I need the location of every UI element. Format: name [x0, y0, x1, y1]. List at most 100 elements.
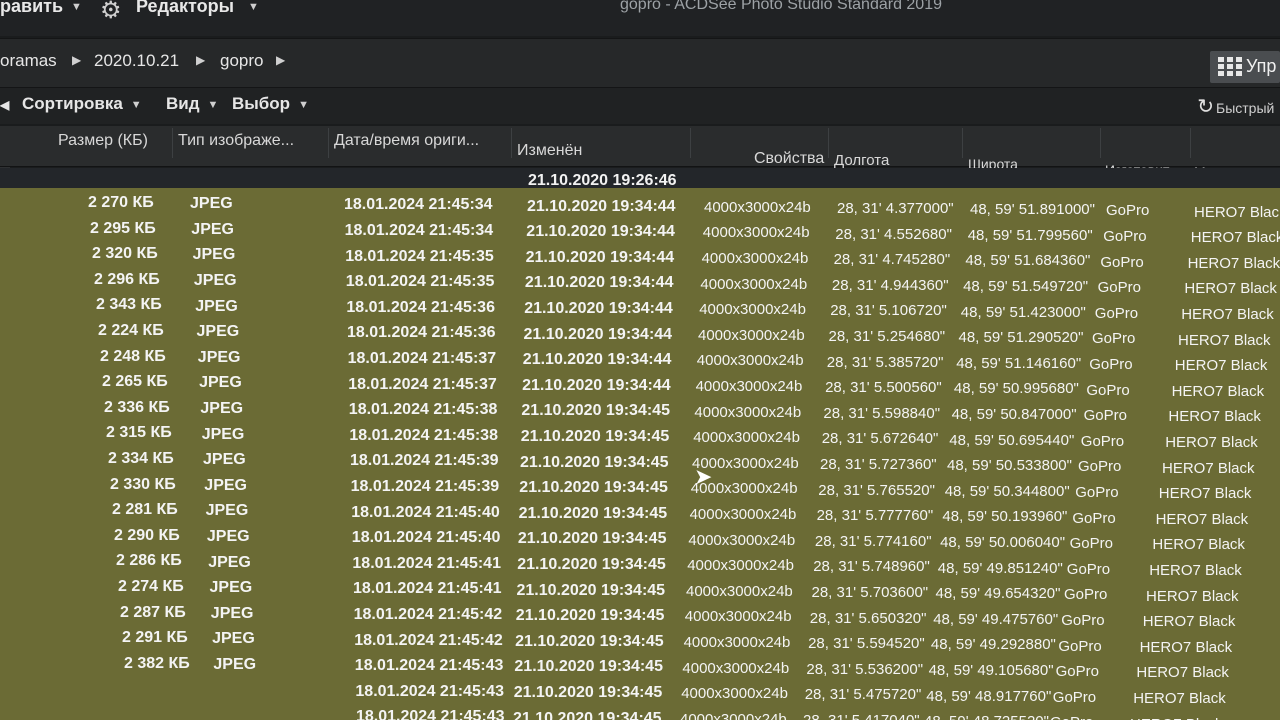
chevron-down-icon: ▼: [247, 1, 259, 14]
table-row[interactable]: 2 382 КБ JPEG 18.01.2024 21:45:43 21.10.202…: [0, 653, 1280, 682]
cell-latitude: 48, 59' 49.292880": [930, 636, 1056, 654]
cell-latitude: 48, 59' 49.851240": [937, 559, 1063, 577]
header-orig-date[interactable]: Дата/время ориги...: [334, 132, 479, 150]
select-menu[interactable]: Выбор ▼: [232, 94, 309, 114]
table-row[interactable]: 2 315 КБ JPEG 18.01.2024 21:45:38 21.10.202…: [0, 422, 1280, 451]
column-divider[interactable]: [328, 128, 329, 158]
chevron-left-icon[interactable]: ◀: [0, 98, 9, 112]
table-row[interactable]: 18.01.2024 21:45:43 21.10.2020 19:34:45 40…: [0, 678, 1280, 707]
header-longitude[interactable]: Долгота: [834, 152, 889, 169]
table-row[interactable]: 2 248 КБ JPEG 18.01.2024 21:45:37 21.10.202…: [0, 346, 1280, 375]
cell-properties: 4000x3000x24b: [689, 505, 797, 523]
header-type[interactable]: Тип изображе...: [178, 132, 294, 150]
cell-longitude: 28, 31' 4.745280": [833, 251, 951, 269]
cell-size: 2 248 КБ: [100, 347, 166, 365]
header-size[interactable]: Размер (КБ): [58, 132, 148, 150]
cell-size: 2 291 КБ: [122, 629, 188, 647]
cell-modified: 21.10.2020 19:34:45: [517, 555, 666, 573]
cell-modified: 21.10.2020 19:34:45: [515, 607, 665, 625]
chevron-down-icon: ▼: [298, 98, 309, 111]
cell-orig-date: 18.01.2024 21:45:35: [345, 247, 494, 265]
breadcrumb-item[interactable]: oramas: [0, 51, 57, 71]
table-row[interactable]: 2 320 КБ JPEG 18.01.2024 21:45:35 21.10.202…: [0, 243, 1280, 272]
cell-orig-date: 18.01.2024 21:45:43: [354, 657, 504, 675]
quick-search-label[interactable]: Быстрый: [1216, 100, 1274, 116]
cell-type: JPEG: [209, 579, 253, 597]
cell-size: 2 330 КБ: [110, 475, 176, 493]
table-row[interactable]: 2 287 КБ JPEG 18.01.2024 21:45:42 21.10.202…: [0, 602, 1280, 631]
cell-latitude: 48, 59' 50.344800": [944, 482, 1070, 500]
cell-modified: 21.10.2020 19:34:45: [516, 581, 666, 599]
table-row[interactable]: 2 296 КБ JPEG 18.01.2024 21:45:35 21.10.202…: [0, 269, 1280, 298]
cell-modified: 21.10.2020 19:34:44: [523, 325, 673, 343]
cell-properties: 4000x3000x24b: [704, 198, 811, 216]
cell-properties: 4000x3000x24b: [683, 633, 791, 651]
table-row[interactable]: 2 224 КБ JPEG 18.01.2024 21:45:36 21.10.202…: [0, 320, 1280, 349]
cell-properties: 4000x3000x24b: [702, 224, 810, 242]
column-divider[interactable]: [1190, 128, 1191, 158]
breadcrumb-item[interactable]: gopro: [220, 51, 263, 71]
table-row[interactable]: 2 270 КБ JPEG 18.01.2024 21:45:34 21.10.202…: [0, 192, 1280, 221]
cell-type: JPEG: [206, 527, 250, 545]
sort-menu[interactable]: Сортировка ▼: [22, 94, 142, 114]
cell-modified: 21.10.2020 19:34:45: [519, 479, 668, 497]
gear-icon[interactable]: ⚙: [100, 0, 122, 25]
table-row[interactable]: 2 281 КБ JPEG 18.01.2024 21:45:40 21.10.202…: [0, 499, 1280, 528]
cell-type: JPEG: [195, 297, 238, 315]
cell-size: 2 382 КБ: [124, 654, 190, 672]
view-menu[interactable]: Вид ▼: [166, 94, 218, 114]
table-row[interactable]: 18.01.2024 21:45:43 21.10.2020 19:34:45 40…: [0, 704, 1280, 720]
header-modified[interactable]: Изменён: [517, 142, 582, 160]
chevron-right-icon[interactable]: ▶: [196, 53, 205, 67]
cell-latitude: 48, 59' 50.193960": [942, 508, 1068, 526]
table-row[interactable]: 2 265 КБ JPEG 18.01.2024 21:45:37 21.10.202…: [0, 371, 1280, 400]
cell-type: JPEG: [210, 604, 254, 622]
chevron-right-icon[interactable]: ▶: [72, 53, 81, 67]
cell-type: JPEG: [192, 246, 236, 264]
grid-icon: [1218, 57, 1242, 77]
table-row[interactable]: 2 336 КБ JPEG 18.01.2024 21:45:38 21.10.202…: [0, 397, 1280, 426]
cell-orig-date: 18.01.2024 21:45:37: [348, 375, 497, 393]
cell-properties: 4000x3000x24b: [682, 659, 790, 677]
cell-size: 2 224 КБ: [98, 322, 164, 339]
menu-editors-label: Редакторы: [136, 0, 234, 16]
cell-longitude: 28, 31' 5.536200": [806, 660, 924, 678]
cell-size: 2 274 КБ: [118, 578, 184, 595]
column-divider[interactable]: [511, 128, 512, 158]
table-row[interactable]: 2 274 КБ JPEG 18.01.2024 21:45:41 21.10.202…: [0, 576, 1280, 605]
table-row[interactable]: 2 343 КБ JPEG 18.01.2024 21:45:36 21.10.202…: [0, 294, 1280, 323]
cell-modified: 21.10.2020 19:34:45: [513, 683, 663, 701]
manage-mode-button[interactable]: Упр: [1210, 51, 1280, 83]
menu-edit[interactable]: равить ▼: [0, 0, 82, 17]
table-row[interactable]: 2 330 КБ JPEG 18.01.2024 21:45:39 21.10.202…: [0, 474, 1280, 503]
cell-type: JPEG: [203, 451, 246, 469]
table-row[interactable]: 2 295 КБ JPEG 18.01.2024 21:45:34 21.10.202…: [0, 218, 1280, 247]
column-divider[interactable]: [690, 128, 691, 158]
breadcrumb-item[interactable]: 2020.10.21: [94, 51, 179, 71]
table-row[interactable]: 2 291 КБ JPEG 18.01.2024 21:45:42 21.10.202…: [0, 627, 1280, 656]
cell-latitude: 48, 59' 49.654320": [935, 585, 1061, 603]
column-divider[interactable]: [828, 128, 829, 158]
refresh-icon[interactable]: ↻: [1197, 94, 1214, 119]
chevron-right-icon[interactable]: ▶: [276, 53, 285, 67]
header-properties[interactable]: Свойства: [754, 150, 824, 168]
column-divider[interactable]: [172, 128, 173, 158]
cell-longitude: 28, 31' 5.777760": [816, 507, 934, 525]
mouse-cursor-icon: ➤: [694, 464, 713, 489]
table-row[interactable]: 2 290 КБ JPEG 18.01.2024 21:45:40 21.10.202…: [0, 525, 1280, 554]
view-label: Вид: [166, 94, 200, 113]
cell-longitude: 28, 31' 5.475720": [804, 686, 922, 704]
column-divider[interactable]: [1100, 128, 1101, 158]
column-divider[interactable]: [962, 128, 963, 158]
table-row[interactable]: 2 286 КБ JPEG 18.01.2024 21:45:41 21.10.202…: [0, 550, 1280, 579]
cell-properties: 4000x3000x24b: [694, 403, 802, 421]
cell-orig-date: 18.01.2024 21:45:34: [344, 221, 494, 239]
cell-modified: 21.10.2020 19:34:45: [517, 530, 667, 548]
menu-editors[interactable]: Редакторы ▼: [136, 0, 259, 17]
cell-longitude: 28, 31' 5.254680": [828, 328, 946, 345]
cell-latitude: 48, 59' 49.105680": [928, 661, 1054, 679]
cell-size: 2 265 КБ: [102, 373, 168, 391]
menu-edit-label: равить: [0, 0, 64, 16]
cell-properties: 4000x3000x24b: [701, 249, 809, 267]
table-row[interactable]: 2 334 КБ JPEG 18.01.2024 21:45:39 21.10.202…: [0, 448, 1280, 477]
